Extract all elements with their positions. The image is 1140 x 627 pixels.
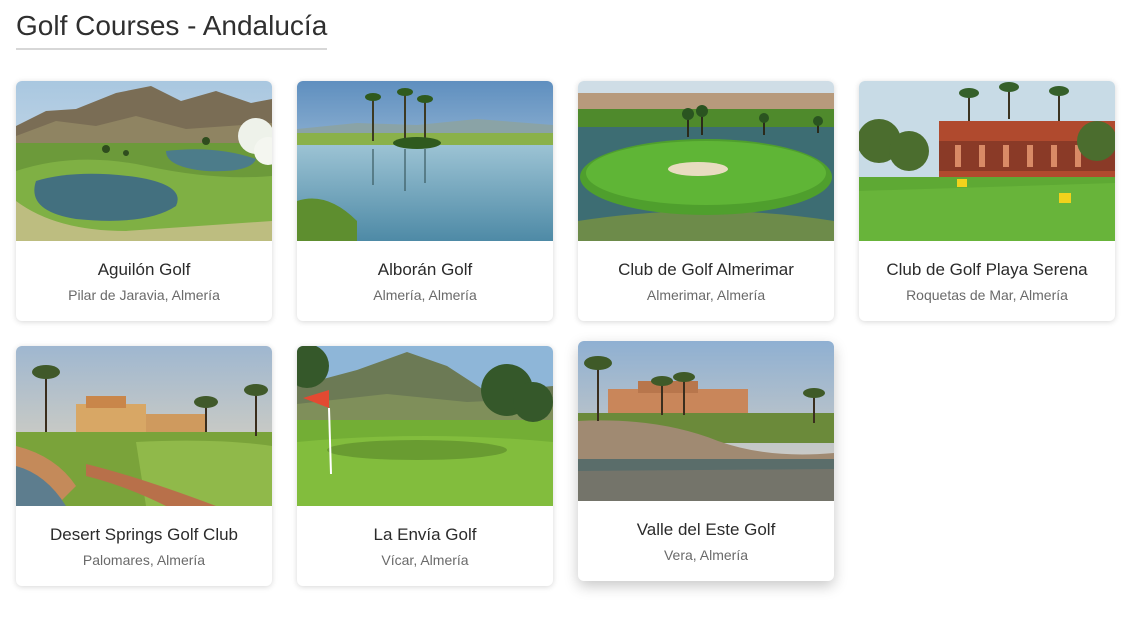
course-location: Vícar, Almería [381, 552, 469, 568]
course-name[interactable]: Club de Golf Playa Serena [859, 260, 1115, 280]
course-info: La Envía Golf Vícar, Almería [297, 506, 553, 586]
course-card-desert-springs-golf-club[interactable]: Desert Springs Golf Club Palomares, Alme… [16, 346, 272, 586]
course-card-valle-del-este-golf[interactable]: Valle del Este Golf Vera, Almería [578, 341, 834, 581]
course-name[interactable]: Valle del Este Golf [578, 520, 834, 540]
course-info: Desert Springs Golf Club Palomares, Alme… [16, 506, 272, 586]
course-info: Club de Golf Playa Serena Roquetas de Ma… [859, 241, 1115, 321]
golf-courses-page: Golf Courses - Andalucía Aguilón Golf Pi… [0, 0, 1140, 627]
course-location: Almería, Almería [373, 287, 477, 303]
course-name[interactable]: Alborán Golf [297, 260, 553, 280]
course-info: Aguilón Golf Pilar de Jaravia, Almería [16, 241, 272, 321]
course-image[interactable] [16, 346, 272, 506]
course-image[interactable] [859, 81, 1115, 241]
course-card-club-de-golf-almerimar[interactable]: Club de Golf Almerimar Almerimar, Almerí… [578, 81, 834, 321]
course-card-club-de-golf-playa-serena[interactable]: Club de Golf Playa Serena Roquetas de Ma… [859, 81, 1115, 321]
course-location: Pilar de Jaravia, Almería [68, 287, 220, 303]
course-location: Vera, Almería [663, 547, 749, 563]
course-info: Alborán Golf Almería, Almería [297, 241, 553, 321]
course-location: Palomares, Almería [82, 552, 206, 568]
course-card-aguilon-golf[interactable]: Aguilón Golf Pilar de Jaravia, Almería [16, 81, 272, 321]
course-image[interactable] [297, 346, 553, 506]
course-location: Almerimar, Almería [646, 287, 766, 303]
course-name[interactable]: La Envía Golf [297, 525, 553, 545]
course-image[interactable] [16, 81, 272, 241]
course-name[interactable]: Club de Golf Almerimar [578, 260, 834, 280]
page-title: Golf Courses - Andalucía [16, 8, 328, 50]
course-image[interactable] [578, 341, 834, 501]
course-location: Roquetas de Mar, Almería [906, 287, 1068, 303]
course-name[interactable]: Aguilón Golf [16, 260, 272, 280]
course-info: Valle del Este Golf Vera, Almería [578, 501, 834, 581]
course-card-la-envia-golf[interactable]: La Envía Golf Vícar, Almería [297, 346, 553, 586]
course-info: Club de Golf Almerimar Almerimar, Almerí… [578, 241, 834, 321]
course-name[interactable]: Desert Springs Golf Club [16, 525, 272, 545]
course-card-alboran-golf[interactable]: Alborán Golf Almería, Almería [297, 81, 553, 321]
course-image[interactable] [297, 81, 553, 241]
course-image[interactable] [578, 81, 834, 241]
